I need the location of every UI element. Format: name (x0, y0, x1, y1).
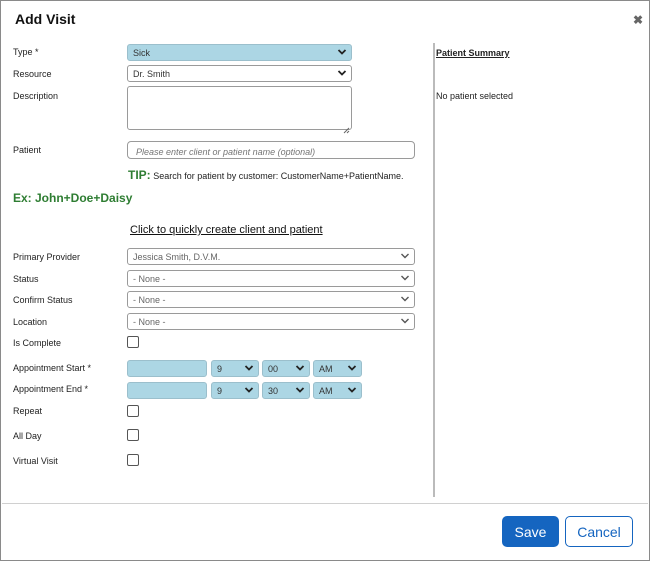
cancel-button[interactable]: Cancel (565, 516, 633, 547)
chevron-down-icon (347, 363, 357, 373)
chevron-down-icon (337, 47, 347, 57)
virtual-visit-checkbox[interactable] (127, 454, 139, 466)
footer-divider (2, 503, 648, 504)
appointment-end-label: Appointment End * (13, 384, 89, 394)
chevron-down-icon (400, 251, 410, 261)
end-ampm-value: AM (319, 386, 333, 396)
status-value: - None - (133, 274, 166, 284)
end-minute-value: 30 (268, 386, 279, 396)
location-value: - None - (133, 317, 166, 327)
location-select[interactable]: - None - (127, 313, 415, 330)
resource-value: Dr. Smith (133, 69, 171, 79)
status-select[interactable]: - None - (127, 270, 415, 287)
status-label: Status (13, 274, 39, 284)
dialog-title: Add Visit (15, 11, 76, 27)
save-button[interactable]: Save (502, 516, 559, 547)
chevron-down-icon (295, 363, 305, 373)
example-text: Ex: John+Doe+Daisy (13, 191, 133, 205)
appointment-start-ampm[interactable]: AM (313, 360, 362, 377)
type-label: Type * (13, 47, 39, 57)
resource-select[interactable]: Dr. Smith (127, 65, 352, 82)
primary-provider-value: Jessica Smith, D.V.M. (133, 252, 221, 262)
patient-input[interactable] (134, 146, 408, 158)
start-minute-value: 00 (268, 364, 279, 374)
confirm-status-label: Confirm Status (13, 295, 73, 305)
close-icon[interactable]: ✖ (633, 13, 643, 27)
repeat-checkbox[interactable] (127, 405, 139, 417)
virtual-visit-label: Virtual Visit (13, 456, 58, 466)
patient-summary-title: Patient Summary (436, 48, 510, 58)
description-textarea[interactable] (127, 86, 352, 134)
tip-text: TIP: Search for patient by customer: Cus… (128, 168, 404, 182)
primary-provider-label: Primary Provider (13, 252, 81, 262)
chevron-down-icon (347, 385, 357, 395)
chevron-down-icon (400, 316, 410, 326)
appointment-start-label: Appointment Start * (13, 363, 92, 373)
chevron-down-icon (244, 363, 254, 373)
start-ampm-value: AM (319, 364, 333, 374)
chevron-down-icon (244, 385, 254, 395)
description-label: Description (13, 91, 59, 101)
appointment-start-date[interactable] (127, 360, 207, 377)
chevron-down-icon (400, 273, 410, 283)
appointment-end-minute[interactable]: 30 (262, 382, 310, 399)
is-complete-checkbox[interactable] (127, 336, 139, 348)
panel-divider (433, 43, 435, 497)
resize-grip-icon[interactable] (343, 121, 350, 134)
resource-label: Resource (13, 69, 52, 79)
repeat-label: Repeat (13, 406, 43, 416)
confirm-status-value: - None - (133, 295, 166, 305)
chevron-down-icon (337, 68, 347, 78)
is-complete-label: Is Complete (13, 338, 62, 348)
end-hour-value: 9 (217, 386, 223, 396)
type-value: Sick (133, 48, 151, 58)
location-label: Location (13, 317, 48, 327)
appointment-end-ampm[interactable]: AM (313, 382, 362, 399)
start-hour-value: 9 (217, 364, 223, 374)
appointment-end-hour[interactable]: 9 (211, 382, 259, 399)
confirm-status-select[interactable]: - None - (127, 291, 415, 308)
patient-search-field[interactable] (127, 141, 415, 159)
tip-prefix: TIP: (128, 168, 151, 182)
chevron-down-icon (400, 294, 410, 304)
tip-body: Search for patient by customer: Customer… (153, 171, 404, 181)
chevron-down-icon (295, 385, 305, 395)
appointment-end-date[interactable] (127, 382, 207, 399)
patient-label: Patient (13, 145, 42, 155)
primary-provider-select[interactable]: Jessica Smith, D.V.M. (127, 248, 415, 265)
all-day-checkbox[interactable] (127, 429, 139, 441)
all-day-label: All Day (13, 431, 42, 441)
appointment-start-minute[interactable]: 00 (262, 360, 310, 377)
patient-summary-empty: No patient selected (436, 91, 514, 101)
add-visit-dialog: Add Visit ✖ Type * Sick Resource Dr. Smi… (0, 0, 650, 561)
quick-create-link[interactable]: Click to quickly create client and patie… (130, 224, 323, 236)
type-select[interactable]: Sick (127, 44, 352, 61)
appointment-start-hour[interactable]: 9 (211, 360, 259, 377)
